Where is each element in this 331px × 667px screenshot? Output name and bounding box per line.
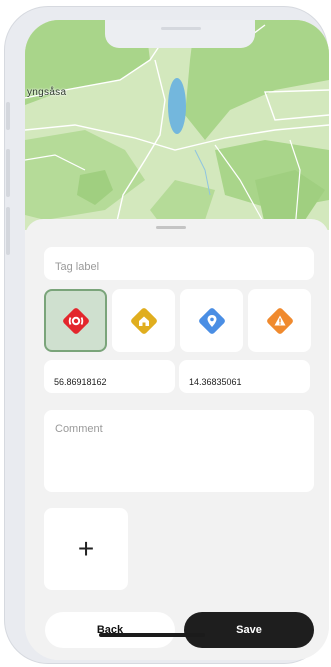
latitude-value: 56.86918162 xyxy=(54,377,107,387)
sheet-grabber[interactable] xyxy=(156,226,186,229)
tag-label-placeholder: Tag label xyxy=(55,261,100,273)
side-button xyxy=(6,102,10,130)
volume-down-button xyxy=(6,207,10,255)
longitude-value: 14.36835061 xyxy=(189,377,242,387)
map-view[interactable]: yngsåsa xyxy=(25,20,329,230)
home-icon xyxy=(130,307,157,334)
tag-editor-sheet: Tag label 56.86918162 14.36835061 Commen… xyxy=(25,219,329,660)
tag-icon-option-alarm[interactable] xyxy=(44,289,107,352)
comment-input[interactable]: Comment xyxy=(44,410,314,492)
warning-icon xyxy=(266,307,293,334)
phone-frame: yngsåsa Tag label 56.86918162 14.3683506… xyxy=(4,6,329,664)
home-indicator xyxy=(99,633,205,637)
map-place-label: yngsåsa xyxy=(27,87,67,98)
tag-icon-option-home[interactable] xyxy=(112,289,175,352)
location-pin-icon xyxy=(198,307,225,334)
comment-placeholder: Comment xyxy=(55,423,103,435)
map-graphic xyxy=(25,20,329,230)
save-button-label: Save xyxy=(236,624,262,636)
tag-label-input[interactable]: Tag label xyxy=(44,247,314,280)
speaker xyxy=(161,27,201,30)
notch xyxy=(105,20,255,48)
back-button[interactable]: Back xyxy=(45,612,175,648)
plus-icon: + xyxy=(77,533,95,564)
longitude-field[interactable]: 14.36835061 xyxy=(179,360,310,393)
tag-icon-option-warning[interactable] xyxy=(248,289,311,352)
tag-icon-option-location[interactable] xyxy=(180,289,243,352)
alarm-icon xyxy=(62,307,89,334)
add-photo-button[interactable]: + xyxy=(44,508,128,590)
screen: yngsåsa Tag label 56.86918162 14.3683506… xyxy=(25,20,329,660)
volume-up-button xyxy=(6,149,10,197)
latitude-field[interactable]: 56.86918162 xyxy=(44,360,175,393)
save-button[interactable]: Save xyxy=(184,612,314,648)
